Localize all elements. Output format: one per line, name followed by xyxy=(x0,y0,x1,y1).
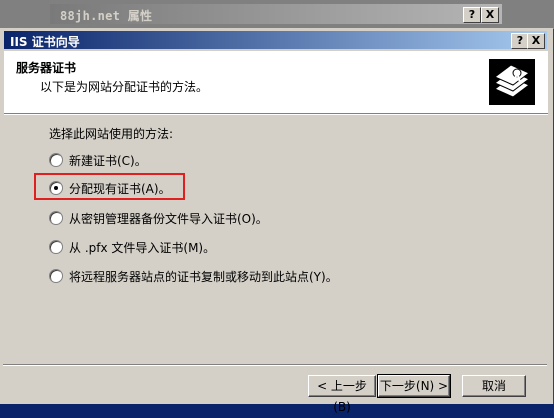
radio-copy-remote[interactable] xyxy=(49,269,63,283)
option-copy-remote[interactable]: 将远程服务器站点的证书复制或移动到此站点(Y)。 xyxy=(49,267,338,285)
footer-divider-light xyxy=(3,365,547,366)
option-label: 将远程服务器站点的证书复制或移动到此站点(Y)。 xyxy=(69,269,338,284)
certificate-stack-icon xyxy=(489,59,535,105)
header-title: 服务器证书 xyxy=(16,61,77,75)
back-button[interactable]: < 上一步(B) xyxy=(308,375,376,414)
parent-window-title: 88jh.net 属性 xyxy=(60,9,153,23)
parent-window-title-bar: 88jh.net 属性 ? X xyxy=(50,4,502,24)
parent-help-button[interactable]: ? xyxy=(463,7,481,23)
radio-import-pfx[interactable] xyxy=(49,240,63,254)
wizard-close-button[interactable]: X xyxy=(527,33,545,49)
option-import-pfx[interactable]: 从 .pfx 文件导入证书(M)。 xyxy=(49,238,215,256)
next-button[interactable]: 下一步(N) > xyxy=(377,374,451,398)
option-label: 从 .pfx 文件导入证书(M)。 xyxy=(69,240,216,255)
annotation-highlight-box xyxy=(34,173,185,200)
header-divider xyxy=(4,114,548,115)
wizard-title-bar: IIS 证书向导 ? X xyxy=(4,31,547,49)
option-label: 新建证书(C)。 xyxy=(69,153,147,168)
wizard-title: IIS 证书向导 xyxy=(10,35,80,49)
option-import-backup[interactable]: 从密钥管理器备份文件导入证书(O)。 xyxy=(49,209,268,227)
wizard-header: 服务器证书 以下是为网站分配证书的方法。 xyxy=(4,51,548,114)
cancel-button[interactable]: 取消 xyxy=(462,375,526,397)
parent-close-button[interactable]: X xyxy=(481,7,499,23)
option-new-certificate[interactable]: 新建证书(C)。 xyxy=(49,151,147,169)
option-label: 从密钥管理器备份文件导入证书(O)。 xyxy=(69,211,268,226)
radio-new-certificate[interactable] xyxy=(49,153,63,167)
header-subtitle: 以下是为网站分配证书的方法。 xyxy=(40,80,209,94)
method-prompt: 选择此网站使用的方法: xyxy=(49,127,174,141)
parent-window: 88jh.net 属性 ? X xyxy=(0,0,554,30)
radio-import-backup[interactable] xyxy=(49,211,63,225)
